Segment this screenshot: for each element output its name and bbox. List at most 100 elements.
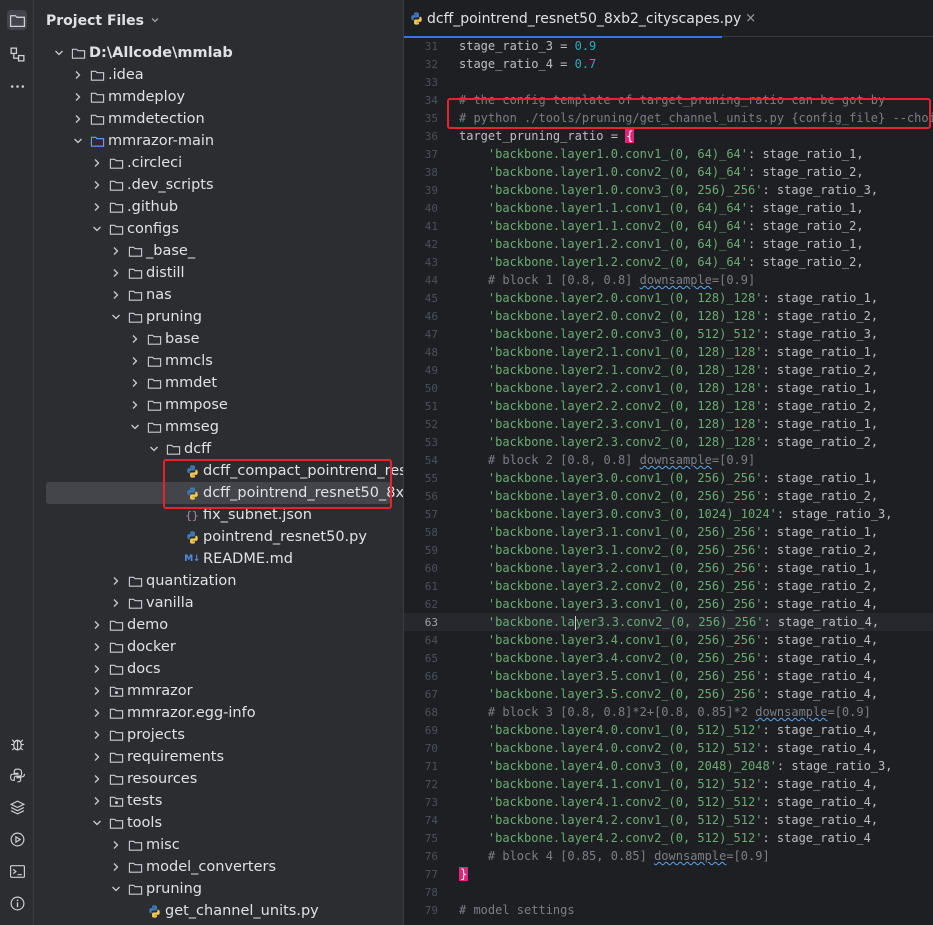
chevron-right-icon[interactable]: [109, 288, 123, 302]
tree-file-row[interactable]: dcff_compact_pointrend_resne: [34, 460, 403, 482]
tree-folder-row[interactable]: mmdet: [34, 372, 403, 394]
chevron-right-icon[interactable]: [71, 112, 85, 126]
tree-folder-row[interactable]: configs: [34, 218, 403, 240]
layers-icon[interactable]: [7, 797, 27, 817]
code-line[interactable]: 70 'backbone.layer4.0.conv2_(0, 512)_512…: [404, 739, 933, 757]
code-line[interactable]: 61 'backbone.layer3.2.conv2_(0, 256)_256…: [404, 577, 933, 595]
code-line[interactable]: 55 'backbone.layer3.0.conv1_(0, 256)_256…: [404, 469, 933, 487]
chevron-down-icon[interactable]: [90, 222, 104, 236]
code-line[interactable]: 72 'backbone.layer4.1.conv1_(0, 512)_512…: [404, 775, 933, 793]
tree-folder-row[interactable]: tests: [34, 790, 403, 812]
chevron-right-icon[interactable]: [90, 728, 104, 742]
tree-folder-row[interactable]: demo: [34, 614, 403, 636]
chevron-right-icon[interactable]: [109, 596, 123, 610]
tree-folder-row[interactable]: .idea: [34, 64, 403, 86]
tree-folder-row[interactable]: tools: [34, 812, 403, 834]
code-line[interactable]: 58 'backbone.layer3.1.conv1_(0, 256)_256…: [404, 523, 933, 541]
code-line[interactable]: 65 'backbone.layer3.4.conv2_(0, 256)_256…: [404, 649, 933, 667]
code-line[interactable]: 77}: [404, 865, 933, 883]
tree-folder-row[interactable]: pruning: [34, 306, 403, 328]
tree-file-row[interactable]: dcff_pointrend_resnet50_8xb2_: [46, 482, 403, 504]
code-line[interactable]: 69 'backbone.layer4.0.conv1_(0, 512)_512…: [404, 721, 933, 739]
project-files-header[interactable]: Project Files: [46, 10, 160, 32]
python-console-icon[interactable]: [7, 765, 27, 785]
tree-folder-row[interactable]: mmseg: [34, 416, 403, 438]
chevron-right-icon[interactable]: [109, 266, 123, 280]
tree-folder-row[interactable]: distill: [34, 262, 403, 284]
tree-folder-row[interactable]: nas: [34, 284, 403, 306]
code-line[interactable]: 39 'backbone.layer1.0.conv3_(0, 256)_256…: [404, 181, 933, 199]
chevron-right-icon[interactable]: [128, 332, 142, 346]
code-line[interactable]: 78: [404, 883, 933, 901]
code-line[interactable]: 57 'backbone.layer3.0.conv3_(0, 1024)_10…: [404, 505, 933, 523]
code-line[interactable]: 74 'backbone.layer4.2.conv1_(0, 512)_512…: [404, 811, 933, 829]
tab-active-file[interactable]: dcff_pointrend_resnet50_8xb2_cityscapes.…: [404, 0, 756, 38]
code-line[interactable]: 31 stage_ratio_3 = 0.9: [404, 37, 933, 55]
more-icon[interactable]: [7, 76, 27, 96]
tree-file-row[interactable]: get_channel_units.py: [34, 900, 403, 922]
tree-folder-row[interactable]: .dev_scripts: [34, 174, 403, 196]
code-line[interactable]: 32 stage_ratio_4 = 0.7: [404, 55, 933, 73]
tree-folder-row[interactable]: resources: [34, 768, 403, 790]
code-line[interactable]: 54 # block 2 [0.8, 0.8] downsample=[0.9]: [404, 451, 933, 469]
code-area[interactable]: 31 stage_ratio_3 = 0.9 32 stage_ratio_4 = 0…: [404, 37, 933, 919]
code-line[interactable]: 49 'backbone.layer2.1.conv2_(0, 128)_128…: [404, 361, 933, 379]
tree-file-row[interactable]: pointrend_resnet50.py: [34, 526, 403, 548]
tree-folder-row[interactable]: requirements: [34, 746, 403, 768]
code-line[interactable]: 37 'backbone.layer1.0.conv1_(0, 64)_64':…: [404, 145, 933, 163]
chevron-right-icon[interactable]: [90, 618, 104, 632]
chevron-right-icon[interactable]: [90, 156, 104, 170]
code-line[interactable]: 75 'backbone.layer4.2.conv2_(0, 512)_512…: [404, 829, 933, 847]
code-line[interactable]: 35 # python ./tools/pruning/get_channel_u…: [404, 109, 933, 127]
code-line[interactable]: 43 'backbone.layer1.2.conv2_(0, 64)_64':…: [404, 253, 933, 271]
code-line[interactable]: 41 'backbone.layer1.1.conv2_(0, 64)_64':…: [404, 217, 933, 235]
code-line[interactable]: 60 'backbone.layer3.2.conv1_(0, 256)_256…: [404, 559, 933, 577]
code-line[interactable]: 66 'backbone.layer3.5.conv1_(0, 256)_256…: [404, 667, 933, 685]
tree-folder-row[interactable]: mmrazor-main: [34, 130, 403, 152]
code-line[interactable]: 59 'backbone.layer3.1.conv2_(0, 256)_256…: [404, 541, 933, 559]
tree-folder-row[interactable]: base: [34, 328, 403, 350]
tree-folder-row[interactable]: dcff: [34, 438, 403, 460]
chevron-down-icon[interactable]: [109, 882, 123, 896]
code-line[interactable]: 53 'backbone.layer2.3.conv2_(0, 128)_128…: [404, 433, 933, 451]
code-line[interactable]: 50 'backbone.layer2.2.conv1_(0, 128)_128…: [404, 379, 933, 397]
code-line[interactable]: 71 'backbone.layer4.0.conv3_(0, 2048)_20…: [404, 757, 933, 775]
code-line[interactable]: 40 'backbone.layer1.1.conv1_(0, 64)_64':…: [404, 199, 933, 217]
chevron-right-icon[interactable]: [90, 772, 104, 786]
tree-folder-row[interactable]: mmrazor: [34, 680, 403, 702]
tree-folder-row[interactable]: vanilla: [34, 592, 403, 614]
tree-file-row[interactable]: M↓ README.md: [34, 548, 403, 570]
tree-folder-row[interactable]: D:\Allcode\mmlab: [34, 42, 403, 64]
chevron-right-icon[interactable]: [71, 68, 85, 82]
tree-folder-row[interactable]: model_converters: [34, 856, 403, 878]
code-line[interactable]: 73 'backbone.layer4.1.conv2_(0, 512)_512…: [404, 793, 933, 811]
code-line[interactable]: 63 'backbone.layer3.3.conv2_(0, 256)_256…: [404, 613, 933, 631]
structure-icon[interactable]: [7, 44, 27, 64]
chevron-down-icon[interactable]: [128, 420, 142, 434]
code-line[interactable]: 45 'backbone.layer2.0.conv1_(0, 128)_128…: [404, 289, 933, 307]
chevron-right-icon[interactable]: [109, 244, 123, 258]
tree-folder-row[interactable]: .github: [34, 196, 403, 218]
tree-folder-row[interactable]: mmdeploy: [34, 86, 403, 108]
code-line[interactable]: 68 # block 3 [0.8, 0.8]*2+[0.8, 0.85]*2 …: [404, 703, 933, 721]
close-icon[interactable]: ×: [745, 11, 756, 26]
chevron-down-icon[interactable]: [150, 15, 160, 28]
code-line[interactable]: 56 'backbone.layer3.0.conv2_(0, 256)_256…: [404, 487, 933, 505]
code-line[interactable]: 51 'backbone.layer2.2.conv2_(0, 128)_128…: [404, 397, 933, 415]
code-line[interactable]: 46 'backbone.layer2.0.conv2_(0, 128)_128…: [404, 307, 933, 325]
chevron-down-icon[interactable]: [52, 46, 66, 60]
tree-folder-row[interactable]: mmdetection: [34, 108, 403, 130]
code-line[interactable]: 48 'backbone.layer2.1.conv1_(0, 128)_128…: [404, 343, 933, 361]
code-line[interactable]: 38 'backbone.layer1.0.conv2_(0, 64)_64':…: [404, 163, 933, 181]
tree-folder-row[interactable]: quantization: [34, 570, 403, 592]
chevron-right-icon[interactable]: [109, 574, 123, 588]
tree-file-row[interactable]: {} fix_subnet.json: [34, 504, 403, 526]
code-line[interactable]: 76 # block 4 [0.85, 0.85] downsample=[0.…: [404, 847, 933, 865]
code-line[interactable]: 42 'backbone.layer1.2.conv1_(0, 64)_64':…: [404, 235, 933, 253]
chevron-down-icon[interactable]: [71, 134, 85, 148]
folder-icon[interactable]: [7, 10, 27, 30]
chevron-right-icon[interactable]: [90, 662, 104, 676]
chevron-right-icon[interactable]: [109, 838, 123, 852]
code-line[interactable]: 44 # block 1 [0.8, 0.8] downsample=[0.9]: [404, 271, 933, 289]
code-line[interactable]: 47 'backbone.layer2.0.conv3_(0, 512)_512…: [404, 325, 933, 343]
